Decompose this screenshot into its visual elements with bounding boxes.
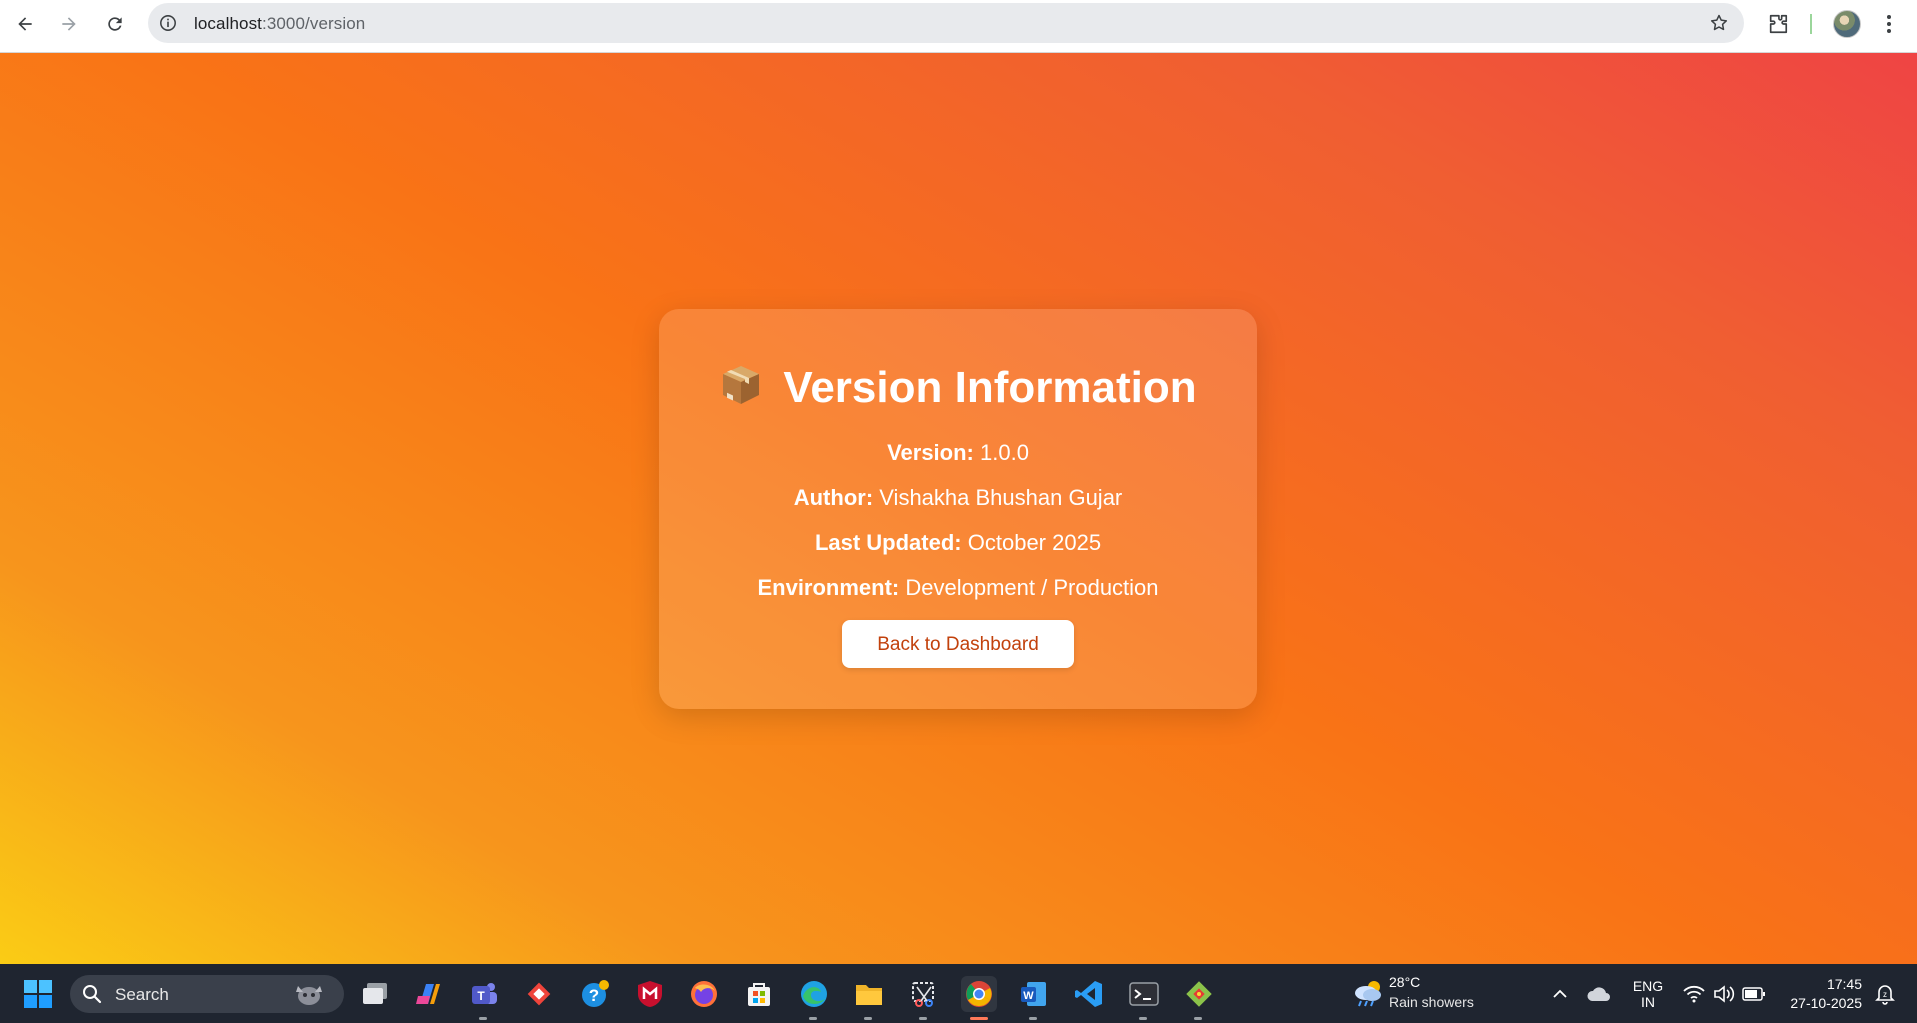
taskbar-search-box[interactable]: Search [70, 975, 344, 1013]
task-view-icon[interactable] [357, 976, 393, 1012]
address-bar[interactable]: localhost:3000/version [148, 3, 1744, 43]
url-path: :3000/version [262, 14, 366, 33]
last-updated-row: Last Updated: October 2025 [659, 529, 1257, 557]
search-highlight-icon [292, 980, 326, 1013]
teams-running-indicator [479, 1017, 487, 1020]
bookmark-star-icon[interactable] [1708, 12, 1730, 34]
snipping-running-indicator [919, 1017, 927, 1020]
version-row: Version: 1.0.0 [659, 439, 1257, 467]
clock[interactable]: 17:45 27-10-2025 [1782, 976, 1862, 1011]
git-running-indicator [1194, 1017, 1202, 1020]
terminal-running-indicator [1139, 1017, 1147, 1020]
explorer-running-indicator [864, 1017, 872, 1020]
search-label: Search [115, 985, 169, 1004]
card-title-text: Version Information [783, 363, 1197, 412]
environment-value: Development / Production [905, 575, 1159, 600]
copilot-icon[interactable] [411, 976, 447, 1012]
language-indicator[interactable]: ENG IN [1626, 978, 1670, 1010]
browser-toolbar: localhost:3000/version [0, 0, 1917, 53]
rain-cloud-icon [1352, 978, 1384, 1013]
microsoft-store-icon[interactable] [741, 976, 777, 1012]
back-to-dashboard-button[interactable]: Back to Dashboard [842, 620, 1074, 668]
help-icon[interactable]: ? [577, 976, 613, 1012]
toolbar-divider [1810, 14, 1812, 34]
svg-text:z: z [1883, 990, 1887, 999]
svg-text:?: ? [589, 986, 599, 1005]
mcafee-shield-icon[interactable] [632, 976, 668, 1012]
chrome-running-indicator [970, 1017, 988, 1020]
language-region: IN [1641, 994, 1655, 1010]
terminal-icon[interactable] [1126, 976, 1162, 1020]
profile-avatar[interactable] [1833, 10, 1861, 38]
svg-text:T: T [477, 989, 485, 1003]
word-running-indicator [1029, 1017, 1037, 1020]
anydesk-icon[interactable] [521, 976, 557, 1012]
package-box-icon [719, 362, 763, 419]
extensions-puzzle-icon[interactable] [1764, 10, 1792, 38]
back-arrow-icon[interactable] [10, 9, 40, 39]
url-text[interactable]: localhost:3000/version [194, 14, 365, 34]
site-info-icon[interactable] [158, 13, 178, 33]
search-icon [82, 984, 102, 1009]
author-value: Vishakha Bhushan Gujar [879, 485, 1123, 510]
onedrive-cloud-icon[interactable] [1581, 976, 1617, 1012]
snipping-tool-icon[interactable] [906, 976, 942, 1020]
clock-date: 27-10-2025 [1790, 995, 1862, 1011]
more-menu-icon[interactable] [1878, 10, 1900, 38]
author-row: Author: Vishakha Bhushan Gujar [659, 484, 1257, 512]
author-label: Author: [793, 485, 874, 510]
battery-icon[interactable] [1736, 976, 1772, 1012]
word-icon[interactable]: W [1016, 976, 1052, 1020]
file-explorer-icon[interactable] [851, 976, 887, 1020]
clock-time: 17:45 [1826, 976, 1862, 992]
version-value: 1.0.0 [980, 440, 1029, 465]
page-background: Version Information Version: 1.0.0 Autho… [0, 53, 1917, 964]
url-host: localhost [194, 14, 262, 33]
svg-text:W: W [1023, 990, 1034, 1002]
windows-start-icon[interactable] [20, 976, 56, 1012]
edge-running-indicator [809, 1017, 817, 1020]
vscode-icon[interactable] [1071, 976, 1107, 1012]
last-updated-value: October 2025 [967, 530, 1102, 555]
edge-icon[interactable] [796, 976, 832, 1020]
teams-icon[interactable]: T [466, 976, 502, 1020]
tray-chevron-up-icon[interactable] [1542, 976, 1578, 1012]
chrome-icon[interactable] [961, 976, 997, 1020]
forward-arrow-icon[interactable] [54, 9, 84, 39]
card-title: Version Information [659, 361, 1257, 419]
version-label: Version: [887, 440, 974, 465]
environment-row: Environment: Development / Production [659, 574, 1257, 602]
reload-icon[interactable] [100, 9, 130, 39]
version-card: Version Information Version: 1.0.0 Autho… [659, 309, 1257, 709]
taskbar: Search T ? W 28°C Rain showers ENG IN 17… [0, 964, 1917, 1023]
git-tool-icon[interactable] [1181, 976, 1217, 1020]
last-updated-label: Last Updated: [814, 530, 962, 555]
firefox-icon[interactable] [686, 976, 722, 1012]
environment-label: Environment: [757, 575, 900, 600]
weather-description: Rain showers [1389, 994, 1474, 1010]
notification-bell-icon[interactable]: z [1870, 976, 1900, 1012]
language-code: ENG [1632, 978, 1664, 994]
weather-temperature: 28°C [1389, 974, 1421, 990]
